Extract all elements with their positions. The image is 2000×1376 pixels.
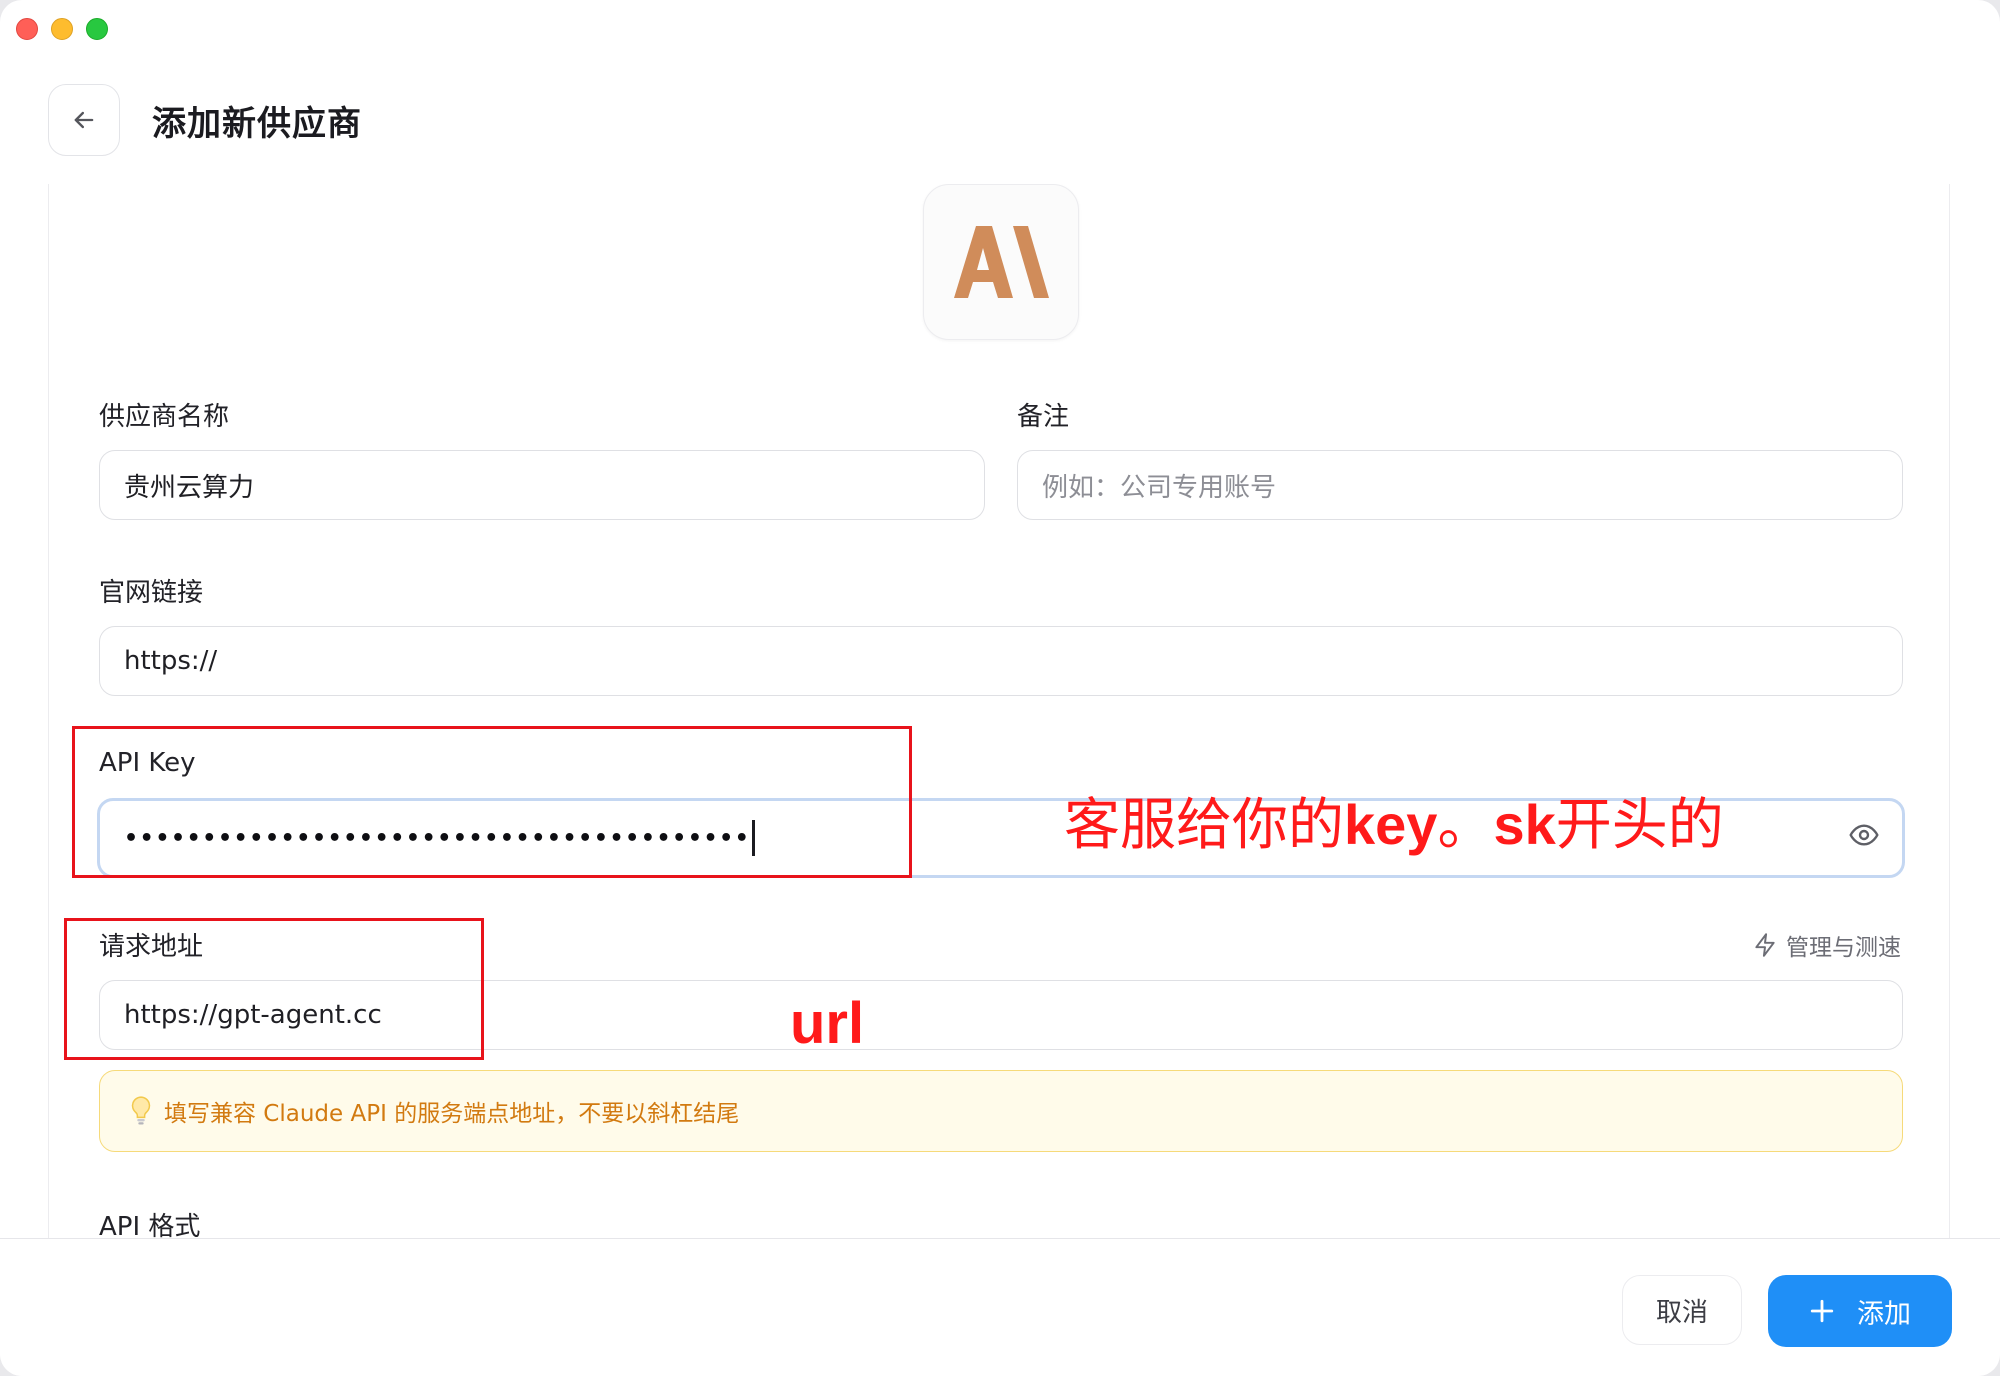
toggle-visibility-button[interactable] [1846, 817, 1882, 853]
provider-name-label: 供应商名称 [99, 402, 230, 432]
note-input[interactable]: 例如：公司专用账号 [1017, 450, 1903, 520]
note-placeholder: 例如：公司专用账号 [1042, 472, 1277, 503]
annotation-box-api-key [72, 726, 912, 878]
url-hint-banner: 填写兼容 Claude API 的服务端点地址，不要以斜杠结尾 [99, 1070, 1903, 1152]
website-label: 官网链接 [99, 578, 204, 608]
plus-icon [1810, 1299, 1834, 1323]
back-button[interactable] [48, 84, 120, 156]
minimize-window-button[interactable] [51, 18, 73, 40]
manage-speedtest-link[interactable]: 管理与测速 [1752, 928, 1901, 962]
add-button[interactable]: 添加 [1768, 1275, 1952, 1347]
cancel-button[interactable]: 取消 [1622, 1275, 1742, 1345]
add-button-label: 添加 [1857, 1298, 1911, 1330]
lightning-icon [1755, 933, 1775, 957]
website-value: https:// [124, 646, 218, 676]
api-format-label: API 格式 [99, 1212, 201, 1238]
note-label: 备注 [1017, 402, 1070, 432]
eye-icon [1849, 824, 1879, 846]
provider-name-value: 贵州云算力 [124, 472, 255, 503]
footer-bar: 取消 添加 [0, 1238, 2000, 1376]
app-window: 添加新供应商 供应商名称 贵州云算力 备注 例如：公司专用账号 官网链接 htt… [0, 0, 2000, 1376]
arrow-left-icon [74, 111, 94, 129]
anthropic-logo [954, 226, 1049, 298]
annotation-url-note: url [790, 991, 865, 1056]
close-window-button[interactable] [16, 18, 38, 40]
website-input[interactable]: https:// [99, 626, 1903, 696]
provider-name-input[interactable]: 贵州云算力 [99, 450, 985, 520]
manage-speedtest-label: 管理与测速 [1786, 935, 1901, 961]
page-title: 添加新供应商 [152, 103, 362, 144]
page-header: 添加新供应商 [48, 84, 362, 156]
provider-logo-tile[interactable] [923, 184, 1079, 340]
url-hint-text: 填写兼容 Claude API 的服务端点地址，不要以斜杠结尾 [164, 1101, 740, 1127]
form-scroll-area[interactable]: 供应商名称 贵州云算力 备注 例如：公司专用账号 官网链接 https:// A… [48, 184, 1950, 1238]
window-controls [16, 18, 108, 40]
zoom-window-button[interactable] [86, 18, 108, 40]
lightbulb-icon [131, 1096, 151, 1125]
annotation-box-request-url [64, 918, 484, 1060]
cancel-button-label: 取消 [1655, 1297, 1708, 1328]
annotation-key-note: 客服给你的key。sk开头的 [1064, 793, 1724, 858]
